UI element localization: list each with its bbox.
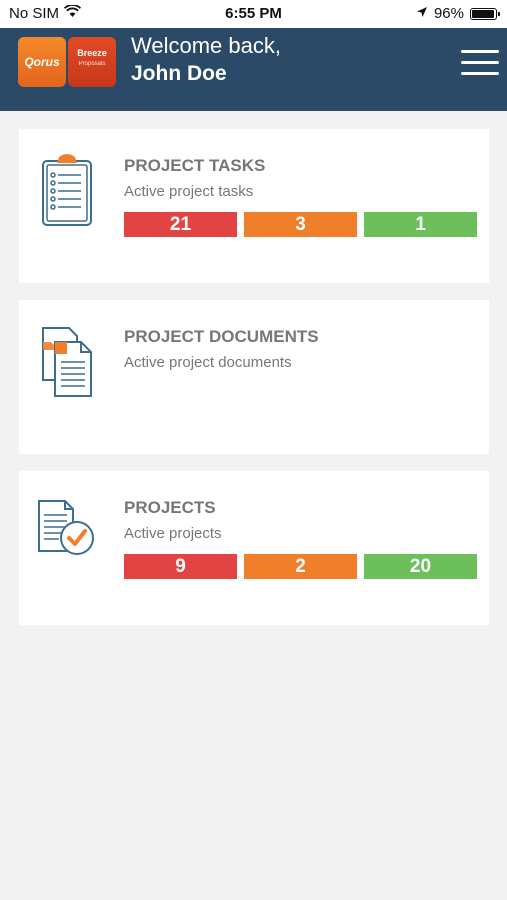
- count-badge-green[interactable]: 1: [364, 212, 477, 237]
- logo-breeze-tile: Breeze Proposals: [68, 37, 116, 87]
- status-bar: No SIM 6:55 PM 96%: [0, 0, 507, 28]
- documents-icon: [37, 322, 97, 400]
- count-badges: 9 2 20: [124, 554, 477, 579]
- count-badges: 21 3 1: [124, 212, 477, 237]
- card-project-documents[interactable]: PROJECT DOCUMENTS Active project documen…: [19, 300, 489, 454]
- card-project-tasks[interactable]: PROJECT TASKS Active project tasks 21 3 …: [19, 129, 489, 283]
- user-name: John Doe: [131, 62, 227, 85]
- card-projects[interactable]: PROJECTS Active projects 9 2 20: [19, 471, 489, 625]
- battery-icon: [470, 7, 500, 20]
- card-title: PROJECT DOCUMENTS: [124, 327, 319, 346]
- count-badge-orange[interactable]: 3: [244, 212, 357, 237]
- app-header: Qorus Breeze Proposals Welcome back, Joh…: [0, 28, 507, 111]
- battery-fill: [472, 9, 495, 18]
- status-right: 96%: [416, 5, 500, 22]
- hamburger-menu-icon[interactable]: [461, 50, 499, 76]
- card-title: PROJECTS: [124, 498, 216, 517]
- clipboard-checklist-icon: [37, 151, 97, 229]
- card-title: PROJECT TASKS: [124, 156, 266, 175]
- count-badge-red[interactable]: 9: [124, 554, 237, 579]
- welcome-text: Welcome back,: [131, 33, 281, 58]
- count-badge-green[interactable]: 20: [364, 554, 477, 579]
- welcome-block: Welcome back, John Doe: [131, 32, 281, 88]
- card-subtitle: Active projects: [124, 525, 222, 542]
- location-arrow-icon: [416, 5, 428, 22]
- logo-proposals-text: Proposals: [78, 61, 106, 67]
- count-badge-red[interactable]: 21: [124, 212, 237, 237]
- card-subtitle: Active project tasks: [124, 183, 254, 200]
- app-logo: Qorus Breeze Proposals: [18, 37, 116, 89]
- logo-breeze-text: Breeze: [77, 48, 107, 58]
- battery-percent: 96%: [433, 5, 464, 22]
- card-subtitle: Active project documents: [124, 354, 292, 371]
- logo-qorus-tile: Qorus: [18, 37, 66, 87]
- project-document-check-icon: [37, 493, 97, 571]
- count-badge-orange[interactable]: 2: [244, 554, 357, 579]
